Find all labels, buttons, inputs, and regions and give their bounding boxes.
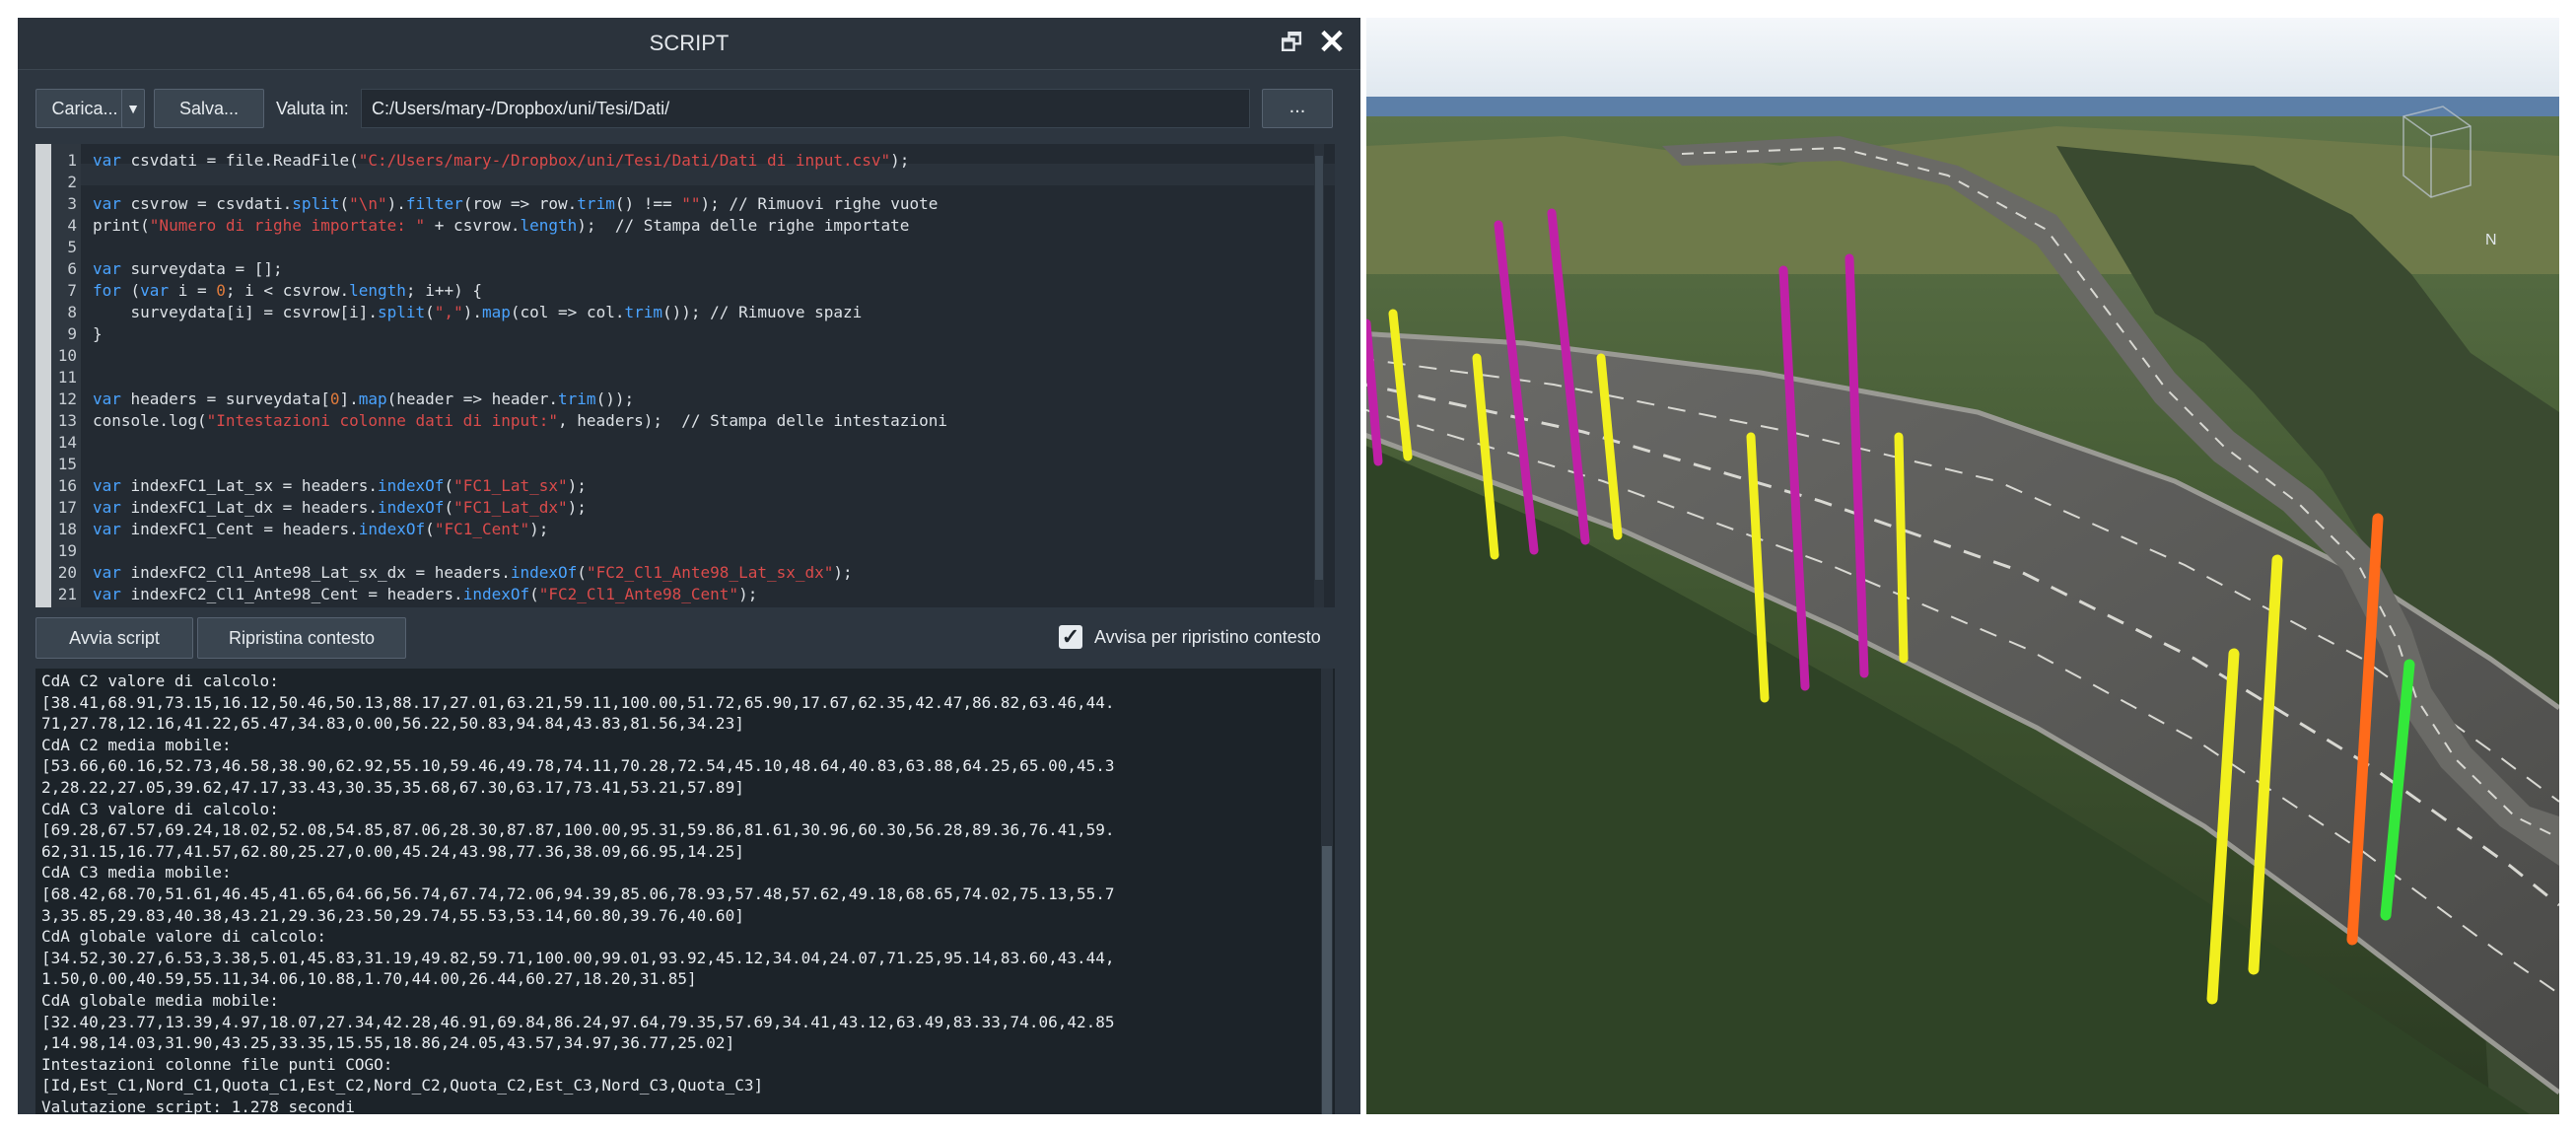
title-bar: SCRIPT 🗗 ✕ [18,18,1360,70]
reset-warning-checkbox[interactable]: ✓ [1059,625,1082,649]
line-number: 8 [67,303,77,321]
line-number: 19 [57,541,77,560]
console-line: CdA globale media mobile: [41,991,279,1010]
evaluate-in-label: Valuta in: [276,99,349,118]
code-line[interactable]: var indexFC2_Cl1_Ante98_Cent = headers.i… [93,584,757,605]
line-number: 11 [57,368,77,387]
code-line[interactable]: print("Numero di righe importate: " + cs… [93,215,909,237]
line-number: 2 [67,173,77,191]
line-number: 16 [57,476,77,495]
console-line: [38.41,68.91,73.15,16.12,50.46,50.13,88.… [41,692,1115,712]
3d-viewport[interactable]: N [1366,18,2559,1114]
console-line: CdA C2 media mobile: [41,735,232,754]
code-line[interactable]: var csvrow = csvdati.split("\n").filter(… [93,193,938,215]
line-number: 9 [67,324,77,343]
line-number: 14 [57,433,77,452]
line-number: 15 [57,455,77,473]
console-scrollbar-thumb[interactable] [1322,846,1332,1114]
console-line: [53.66,60.16,52.73,46.58,38.90,62.92,55.… [41,756,1115,776]
line-number: 6 [67,259,77,278]
console-line: 71,27.78,12.16,41.22,65.47,34.83,0.00,56… [41,714,744,734]
line-number: 17 [57,498,77,517]
console-line: [69.28,67.57,69.24,18.02,52.08,54.85,87.… [41,820,1115,840]
load-button[interactable]: Carica... [35,89,134,128]
console-line: [68.42,68.70,51.61,46.45,41.65,64.66,56.… [41,884,1115,903]
code-line[interactable]: var indexFC1_Lat_sx = headers.indexOf("F… [93,475,587,497]
editor-scrollbar-thumb[interactable] [1315,156,1323,580]
reset-context-button[interactable]: Ripristina contesto [197,617,406,659]
3d-scene[interactable]: N [1366,18,2559,1114]
console-line: [Id,Est_C1,Nord_C1,Quota_C1,Est_C2,Nord_… [41,1076,764,1096]
reset-warning-label: Avvisa per ripristino contesto [1094,627,1321,647]
console-line: 62,31.15,16.77,41.57,62.80,25.27,0.00,45… [41,841,744,861]
compass-north-label: N [2485,232,2497,248]
console-line: CdA C3 valore di calcolo: [41,799,279,818]
line-number: 12 [57,389,77,408]
code-editor[interactable]: 1 2 3 4 5 6 7 8 9 10 11 12 13 14 15 16 17 18 19 20 21 var cs… [35,144,1335,607]
line-number: 10 [57,346,77,365]
window-title: SCRIPT [649,31,730,55]
code-line[interactable]: console.log("Intestazioni colonne dati d… [93,410,947,432]
console-line: [32.40,23.77,13.39,4.97,18.07,27.34,42.2… [41,1012,1115,1031]
code-line[interactable]: var csvdati = file.ReadFile("C:/Users/ma… [93,150,909,172]
console-line: [34.52,30.27,6.53,3.38,5.01,45.83,31.19,… [41,948,1115,967]
code-line[interactable]: surveydata[i] = csvrow[i].split(",").map… [93,302,863,323]
console-line: CdA C2 valore di calcolo: [41,672,279,690]
console-line: 1.50,0.00,40.59,55.11,34.06,10.88,1.70,4… [41,969,697,989]
run-script-button[interactable]: Avvia script [35,617,193,659]
line-number: 13 [57,411,77,430]
restore-window-icon[interactable]: 🗗 [1278,30,1305,57]
code-line[interactable]: var headers = surveydata[0].map(header =… [93,389,634,410]
code-line[interactable]: var surveydata = []; [93,258,283,280]
console-line: 2,28.22,27.05,39.62,47.17,33.43,30.35,35… [41,778,744,797]
code-line[interactable]: for (var i = 0; i < csvrow.length; i++) … [93,280,482,302]
console-line: Intestazioni colonne file punti COGO: [41,1054,393,1074]
line-number: 3 [67,194,77,213]
line-number: 7 [67,281,77,300]
line-number: 21 [57,585,77,603]
console-line: CdA C3 media mobile: [41,863,232,883]
load-dropdown-chevron-icon[interactable]: ▼ [121,89,145,128]
code-line[interactable]: var indexFC2_Cl1_Ante98_Lat_sx_dx = head… [93,562,853,584]
line-number: 20 [57,563,77,582]
code-line[interactable]: } [93,323,103,345]
console-line: 3,35.85,29.83,40.38,43.21,29.36,23.50,29… [41,905,744,925]
console-output[interactable]: CdA C2 valore di calcolo: [38.41,68.91,73… [35,669,1335,1114]
console-line: ,14.98,14.03,31.90,43.25,33.35,15.55,18.… [41,1033,735,1053]
marker-yellow [1894,432,1909,664]
code-line[interactable]: var indexFC1_Lat_dx = headers.indexOf("F… [93,497,587,519]
console-line: CdA globale valore di calcolo: [41,927,326,947]
console-line: Valutazione script: 1.278 secondi [41,1097,355,1114]
line-number: 4 [67,216,77,235]
line-number: 1 [67,151,77,170]
browse-button[interactable]: ... [1262,89,1333,128]
code-line[interactable]: var indexFC1_Cent = headers.indexOf("FC1… [93,519,548,540]
line-number: 18 [57,520,77,538]
line-number: 5 [67,238,77,256]
save-button[interactable]: Salva... [154,89,264,128]
script-panel: SCRIPT 🗗 ✕ Carica... ▼ Salva... Valuta i… [18,18,1360,1114]
close-icon[interactable]: ✕ [1317,26,1347,59]
path-input[interactable]: C:/Users/mary-/Dropbox/uni/Tesi/Dati/ [361,89,1250,128]
